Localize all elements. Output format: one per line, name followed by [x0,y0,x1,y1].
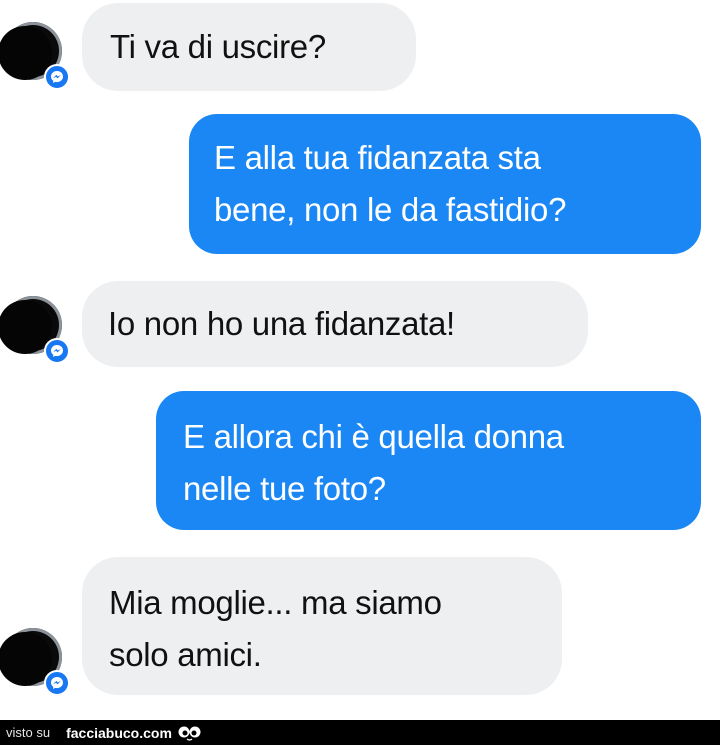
message-bubble-incoming[interactable]: Mia moglie... ma siamo solo amici. [82,557,562,695]
footer-site-name[interactable]: facciabuco.com [66,725,172,741]
message-bubble-incoming[interactable]: Ti va di uscire? [82,3,416,91]
messenger-badge-icon [44,64,70,90]
message-text-line: nelle tue foto? [183,470,386,507]
messenger-badge-icon [44,338,70,364]
message-bubble-outgoing[interactable]: E allora chi è quella donna nelle tue fo… [156,391,701,530]
contact-avatar[interactable] [0,628,70,696]
message-text-line: solo amici. [109,636,262,673]
message-text-line: E allora chi è quella donna [183,418,564,455]
message-text: Io non ho una fidanzata! [108,305,455,342]
message-bubble-incoming[interactable]: Io non ho una fidanzata! [82,281,588,367]
messenger-badge-icon [44,670,70,696]
message-text-line: Mia moglie... ma siamo [109,584,442,621]
googly-eyes-icon [178,725,202,741]
message-text-line: bene, non le da fastidio? [214,191,567,228]
contact-avatar[interactable] [0,296,70,364]
contact-avatar[interactable] [0,22,70,90]
footer-prefix: visto su [6,725,51,740]
message-text-line: E alla tua fidanzata sta [214,139,541,176]
message-bubble-outgoing[interactable]: E alla tua fidanzata sta bene, non le da… [189,114,701,254]
message-text: Ti va di uscire? [110,28,326,65]
watermark-footer: visto su facciabuco.com [0,720,720,745]
